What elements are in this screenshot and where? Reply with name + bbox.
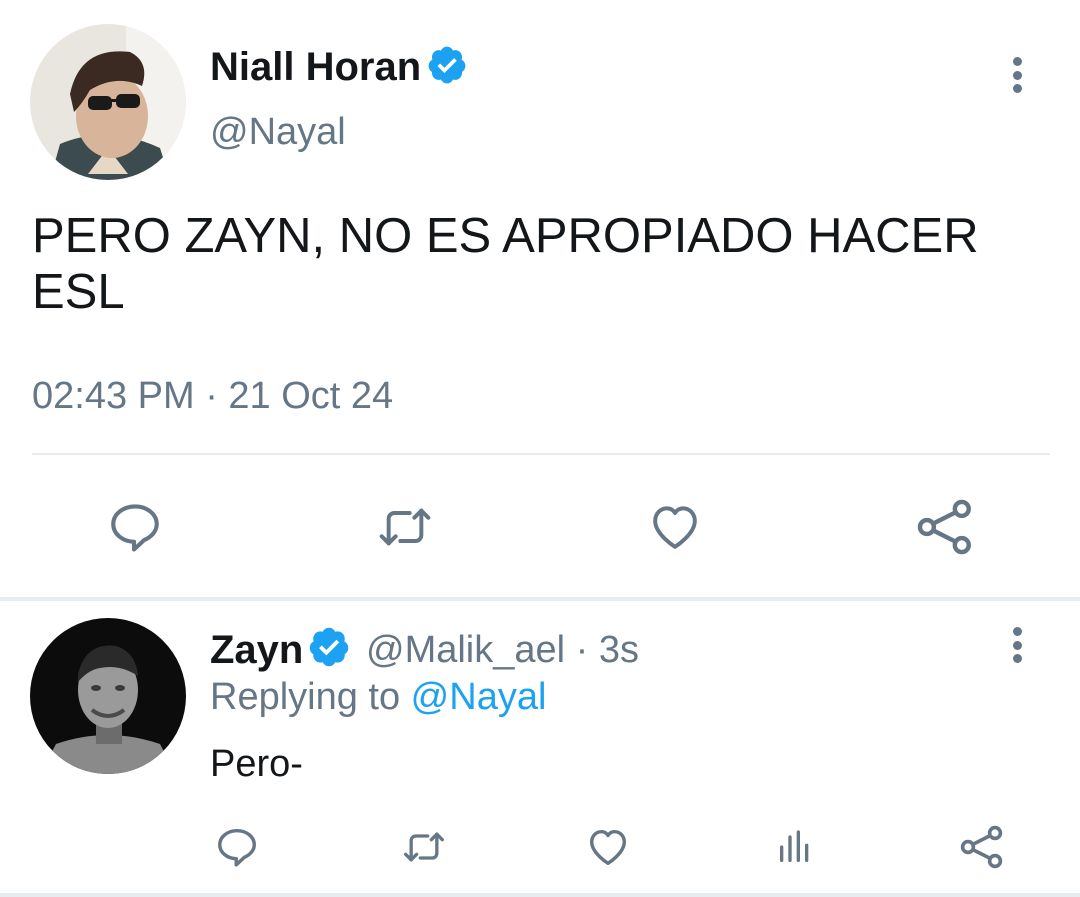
reply-text: Pero- bbox=[210, 743, 303, 785]
reply-retweet-icon[interactable] bbox=[396, 822, 452, 872]
reply-icon[interactable] bbox=[100, 495, 170, 559]
reply-meta: @Malik_ael · 3s bbox=[366, 626, 639, 674]
tweet-text: PERO ZAYN, NO ES APROPIADO HACER ESL bbox=[32, 209, 979, 319]
reply-time[interactable]: 3s bbox=[599, 629, 639, 671]
reply-reply-icon[interactable] bbox=[212, 822, 262, 872]
reply-like-icon[interactable] bbox=[582, 822, 634, 872]
reply-author-handle[interactable]: @Malik_ael bbox=[366, 629, 565, 671]
reply-author-name[interactable]: Zayn bbox=[210, 626, 303, 674]
author-avatar[interactable] bbox=[30, 24, 186, 180]
reply-share-icon[interactable] bbox=[956, 822, 1008, 872]
replying-to-handle[interactable]: @Nayal bbox=[411, 676, 547, 718]
bottom-divider bbox=[0, 893, 1080, 897]
reply-author-avatar[interactable] bbox=[30, 618, 186, 774]
author-name-text[interactable]: Niall Horan bbox=[210, 45, 421, 89]
retweet-icon[interactable] bbox=[367, 495, 443, 559]
share-icon[interactable] bbox=[912, 495, 978, 559]
replying-to-label: Replying to bbox=[210, 676, 411, 718]
author-name[interactable]: Niall Horan bbox=[210, 43, 421, 91]
reply-more-options-icon[interactable] bbox=[1010, 627, 1024, 663]
more-options-icon[interactable] bbox=[1010, 57, 1024, 93]
author-handle[interactable]: @Nayal bbox=[210, 108, 346, 156]
verified-badge-icon bbox=[426, 44, 468, 86]
replying-to: Replying to @Nayal bbox=[210, 673, 546, 721]
section-divider bbox=[0, 597, 1080, 601]
time-separator: · bbox=[565, 629, 599, 671]
divider bbox=[32, 453, 1050, 455]
analytics-icon[interactable] bbox=[772, 822, 818, 872]
like-icon[interactable] bbox=[642, 495, 708, 559]
reply-verified-badge-icon bbox=[307, 625, 351, 669]
tweet-timestamp[interactable]: 02:43 PM · 21 Oct 24 bbox=[32, 372, 393, 420]
